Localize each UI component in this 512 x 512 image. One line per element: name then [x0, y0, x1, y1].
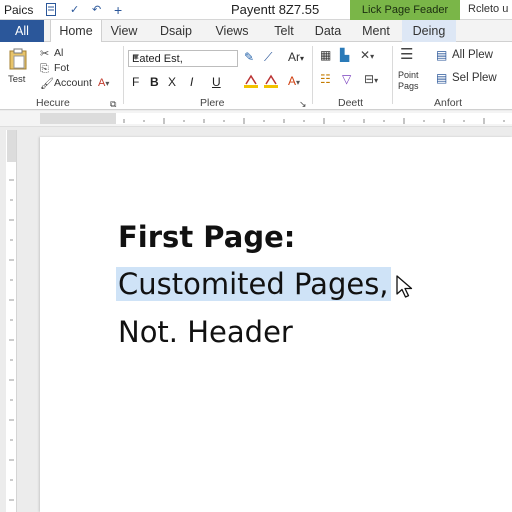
menu-lines-icon[interactable]: ☰ [400, 47, 413, 62]
tab-file[interactable]: All [0, 20, 44, 42]
tab-data[interactable]: Data [308, 20, 348, 42]
tab-ment[interactable]: Ment [354, 20, 398, 42]
undo-icon[interactable]: ↶ [92, 3, 101, 17]
group4-label: Anfort [434, 97, 463, 109]
list-icon[interactable]: ☷ [320, 72, 331, 86]
cut-icon[interactable]: ✂ [40, 47, 49, 61]
sel-plew-icon[interactable]: ▤ [436, 71, 447, 85]
group4-item-1[interactable]: All Plew [452, 49, 493, 61]
ribbon-tabs: All Home View Dsaip Views Telt Data Ment… [0, 20, 512, 43]
document-title: Payentt 8Z7.55 [231, 2, 320, 17]
group1-label: Hecure [36, 97, 70, 109]
chart-icon[interactable]: ▙ [340, 48, 349, 62]
replace-icon[interactable]: ⊟▾ [364, 72, 378, 88]
copy-icon[interactable]: ⎘ [40, 62, 49, 76]
format-button-x[interactable]: X [168, 75, 176, 89]
group1-item-1[interactable]: Al [54, 47, 63, 59]
table-icon[interactable]: ▦ [320, 48, 331, 62]
group2-label: Plere [200, 97, 225, 109]
format-painter-icon[interactable]: 🖌 [40, 77, 54, 91]
check-icon[interactable]: ✓ [70, 3, 79, 17]
tab-home[interactable]: Home [50, 20, 102, 43]
group4-item-2[interactable]: Sel Plew [452, 72, 497, 84]
paste-label: Test [8, 74, 26, 85]
selected-text-line[interactable]: Customited Pages, [116, 267, 391, 301]
title-bar: Paics ✓ ↶ + Payentt 8Z7.55 Lick Page Fea… [0, 0, 512, 20]
underline-button[interactable]: U [212, 75, 221, 89]
group1-item-2[interactable]: Fot [54, 62, 69, 74]
group-divider [392, 46, 393, 104]
close-icon[interactable]: ✕▾ [360, 48, 374, 64]
tab-views[interactable]: Views [208, 20, 256, 42]
document-page[interactable]: First Page: Customited Pages, Not. Heade… [40, 137, 512, 512]
format-button-f[interactable]: F [132, 75, 139, 89]
color-arrow-icon[interactable]: A▾ [288, 74, 300, 90]
font-size-grow[interactable]: Ar▾ [288, 50, 304, 64]
document-icon[interactable] [46, 3, 56, 20]
app-name: Paics [4, 3, 34, 17]
text-highlight-icon[interactable] [244, 74, 258, 91]
horizontal-ruler[interactable] [0, 111, 512, 127]
italic-button[interactable]: I [190, 75, 193, 89]
all-plew-icon[interactable]: ▤ [436, 48, 447, 62]
font-color-a-icon[interactable] [264, 74, 278, 91]
ruler-ticks [123, 118, 505, 124]
group-divider [123, 46, 124, 104]
title-right-text[interactable]: Rcleto u [468, 3, 508, 15]
font-name-input[interactable]: Eated Est, ▼ [128, 50, 238, 67]
chevron-down-icon: ▼ [132, 53, 140, 62]
tab-view[interactable]: View [104, 20, 144, 42]
heading-line[interactable]: First Page: [118, 220, 295, 254]
ruler-text-area [116, 113, 512, 124]
group4-big-label[interactable]: Point Pags [398, 70, 424, 92]
paste-icon[interactable] [9, 48, 27, 73]
tab-deing[interactable]: Deing [402, 20, 456, 42]
bold-button[interactable]: B [150, 75, 159, 89]
ruler-margin [40, 113, 116, 124]
group-divider [312, 46, 313, 104]
group3-label: Deett [338, 97, 364, 109]
group1-launcher-icon[interactable]: ⧉ [110, 97, 116, 111]
filter-icon[interactable]: ▽ [342, 72, 351, 86]
tab-telt[interactable]: Telt [264, 20, 304, 42]
add-icon[interactable]: + [114, 3, 122, 17]
mouse-cursor-icon [396, 275, 413, 298]
group2-launcher-icon[interactable]: ↘ [299, 97, 307, 111]
group1-item-3[interactable]: Account [54, 77, 92, 89]
context-button[interactable]: Lick Page Feader [350, 0, 460, 20]
ribbon: Test ✂ Al ⎘ Fot 🖌 Account A▾ Hecure ⧉ Ea… [0, 42, 512, 110]
pencil-icon[interactable]: ✎ [244, 50, 254, 64]
vertical-ruler[interactable] [6, 130, 17, 512]
body-text-line[interactable]: Not. Header [118, 315, 293, 349]
tab-dsaip[interactable]: Dsaip [152, 20, 200, 42]
font-color-icon[interactable]: A▾ [98, 76, 109, 91]
style-icon[interactable]: ⟋ [264, 50, 272, 64]
vruler-ticks [7, 130, 16, 501]
